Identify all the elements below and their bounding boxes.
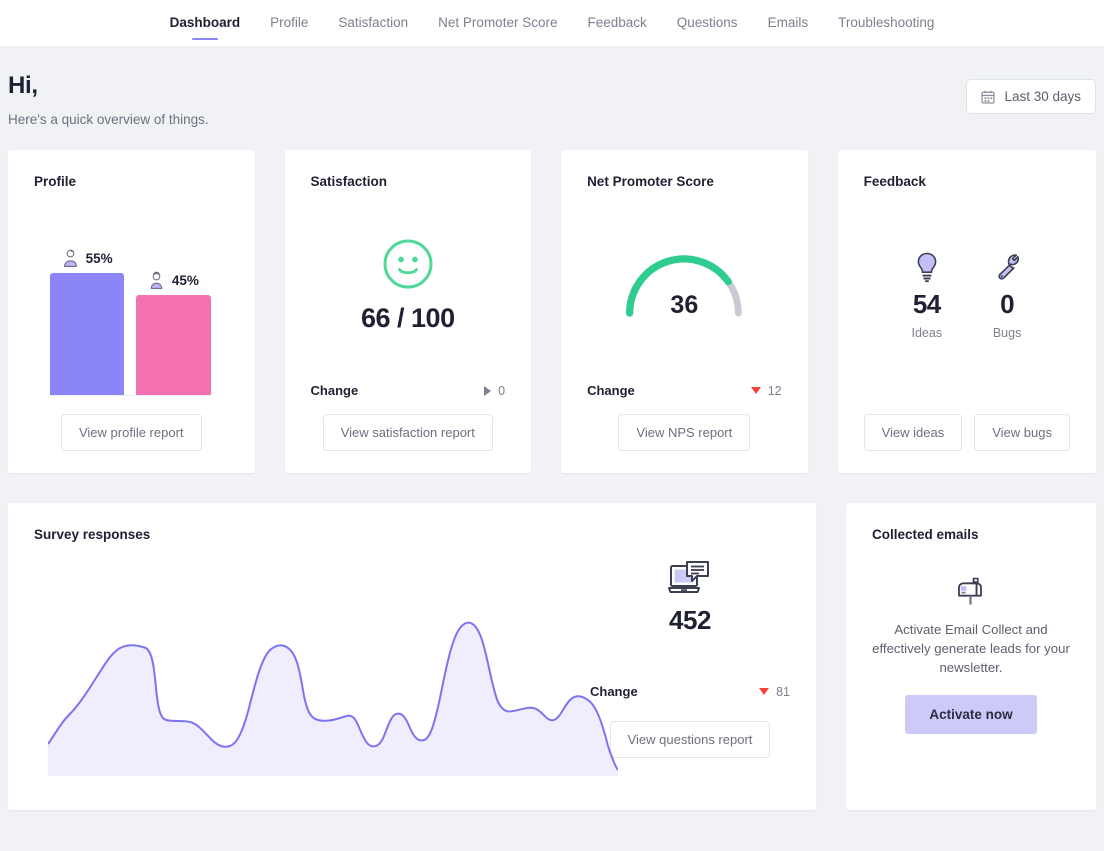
- profile-bar-male: 55%: [50, 248, 124, 395]
- nav-items: Dashboard Profile Satisfaction Net Promo…: [170, 0, 935, 46]
- profile-card-actions: View profile report: [34, 414, 229, 451]
- nps-change-value-group: 12: [751, 384, 782, 398]
- nps-card-actions: View NPS report: [587, 414, 782, 451]
- tab-questions[interactable]: Questions: [677, 0, 738, 46]
- collected-emails-card-title: Collected emails: [872, 527, 1070, 542]
- smiley-face-icon: [382, 238, 434, 303]
- page-header: Hi, Here's a quick overview of things. L…: [0, 46, 1104, 150]
- satisfaction-change-value-group: 0: [484, 384, 505, 398]
- page-subtitle: Here's a quick overview of things.: [8, 112, 209, 127]
- view-ideas-button[interactable]: View ideas: [864, 414, 963, 451]
- lightbulb-icon: [912, 250, 942, 289]
- profile-bar-chart: 55%: [34, 195, 229, 414]
- nps-gauge-block: 36: [587, 189, 782, 383]
- feedback-ideas-label: Ideas: [911, 326, 942, 340]
- triangle-down-icon: [751, 387, 761, 394]
- wrench-icon: [992, 250, 1022, 289]
- survey-responses-chart: [34, 542, 590, 788]
- satisfaction-change-row: Change 0: [311, 383, 506, 398]
- nps-change-label: Change: [587, 383, 635, 398]
- survey-change-row: Change 81: [590, 684, 790, 699]
- nps-card-body: 36 Change 12 View NPS report: [587, 189, 782, 451]
- feedback-card-actions: View ideas View bugs: [864, 414, 1070, 451]
- view-profile-report-button[interactable]: View profile report: [61, 414, 202, 451]
- date-range-button[interactable]: Last 30 days: [966, 79, 1096, 114]
- top-navigation: Dashboard Profile Satisfaction Net Promo…: [0, 0, 1104, 46]
- satisfaction-score-value: 66 / 100: [361, 303, 455, 334]
- bottom-card-grid: Survey responses: [0, 503, 1104, 810]
- survey-responses-card: Survey responses: [8, 503, 816, 810]
- survey-card-actions: View questions report: [610, 721, 771, 758]
- tab-emails[interactable]: Emails: [768, 0, 809, 46]
- survey-change-value: 81: [776, 685, 790, 699]
- male-user-icon: [62, 248, 79, 268]
- tab-net-promoter-score[interactable]: Net Promoter Score: [438, 0, 557, 46]
- profile-female-bar-rect: [136, 295, 210, 395]
- tab-dashboard[interactable]: Dashboard: [170, 0, 241, 46]
- profile-bars: 55%: [50, 236, 211, 396]
- nps-change-value: 12: [768, 384, 782, 398]
- profile-bar-female-head: 45%: [148, 270, 199, 290]
- feedback-ideas-value: 54: [913, 289, 941, 320]
- calendar-icon: [981, 90, 995, 104]
- profile-card: Profile 55%: [8, 150, 255, 473]
- satisfaction-card: Satisfaction 66 / 100 Change 0: [285, 150, 532, 473]
- collected-emails-description: Activate Email Collect and effectively g…: [872, 620, 1070, 677]
- satisfaction-card-body: 66 / 100 Change 0 View satisfaction repo…: [311, 189, 506, 451]
- collected-emails-card: Collected emails Activate Email Collect …: [846, 503, 1096, 810]
- nps-card-title: Net Promoter Score: [587, 174, 782, 189]
- page-title: Hi,: [8, 72, 209, 100]
- profile-bar-female: 45%: [136, 270, 210, 395]
- metrics-card-grid: Profile 55%: [0, 150, 1104, 473]
- tab-feedback[interactable]: Feedback: [587, 0, 646, 46]
- satisfaction-change-value: 0: [498, 384, 505, 398]
- laptop-survey-icon: [668, 560, 712, 598]
- survey-responses-body: 452 Change 81 View questions report: [34, 542, 790, 788]
- activate-now-button[interactable]: Activate now: [905, 695, 1036, 734]
- nps-change-row: Change 12: [587, 383, 782, 398]
- date-range-label: Last 30 days: [1004, 89, 1081, 104]
- feedback-ideas-metric: 54 Ideas: [911, 250, 942, 340]
- satisfaction-card-actions: View satisfaction report: [311, 414, 506, 451]
- feedback-metrics: 54 Ideas 0 Bugs: [864, 189, 1070, 414]
- greeting-block: Hi, Here's a quick overview of things.: [8, 72, 209, 127]
- triangle-flat-icon: [484, 386, 491, 396]
- nps-gauge: 36: [619, 252, 749, 320]
- feedback-card-body: 54 Ideas 0 Bugs View ideas View bug: [864, 189, 1070, 451]
- satisfaction-card-title: Satisfaction: [311, 174, 506, 189]
- feedback-bugs-value: 0: [1000, 289, 1014, 320]
- view-nps-report-button[interactable]: View NPS report: [618, 414, 750, 451]
- profile-bar-male-head: 55%: [62, 248, 113, 268]
- feedback-card: Feedback 54 Ideas: [838, 150, 1096, 473]
- profile-card-title: Profile: [34, 174, 229, 189]
- survey-responses-value: 452: [669, 605, 711, 636]
- survey-responses-summary: 452 Change 81 View questions report: [590, 542, 790, 788]
- female-user-icon: [148, 270, 165, 290]
- feedback-bugs-label: Bugs: [993, 326, 1022, 340]
- tab-satisfaction[interactable]: Satisfaction: [338, 0, 408, 46]
- survey-responses-card-title: Survey responses: [34, 527, 790, 542]
- satisfaction-change-label: Change: [311, 383, 359, 398]
- view-satisfaction-report-button[interactable]: View satisfaction report: [323, 414, 493, 451]
- feedback-bugs-metric: 0 Bugs: [992, 250, 1022, 340]
- feedback-card-title: Feedback: [864, 174, 1070, 189]
- satisfaction-score-block: 66 / 100: [311, 189, 506, 383]
- tab-troubleshooting[interactable]: Troubleshooting: [838, 0, 934, 46]
- profile-female-percent: 45%: [172, 273, 199, 288]
- view-bugs-button[interactable]: View bugs: [974, 414, 1070, 451]
- mailbox-icon: [955, 576, 987, 620]
- profile-male-percent: 55%: [86, 251, 113, 266]
- triangle-down-icon: [759, 688, 769, 695]
- tab-profile[interactable]: Profile: [270, 0, 308, 46]
- nps-score-value: 36: [670, 291, 698, 320]
- view-questions-report-button[interactable]: View questions report: [610, 721, 771, 758]
- nps-card: Net Promoter Score 36 Change 12: [561, 150, 808, 473]
- profile-card-body: 55%: [34, 189, 229, 451]
- collected-emails-body: Activate Email Collect and effectively g…: [872, 542, 1070, 788]
- profile-male-bar-rect: [50, 273, 124, 395]
- survey-change-value-group: 81: [759, 685, 790, 699]
